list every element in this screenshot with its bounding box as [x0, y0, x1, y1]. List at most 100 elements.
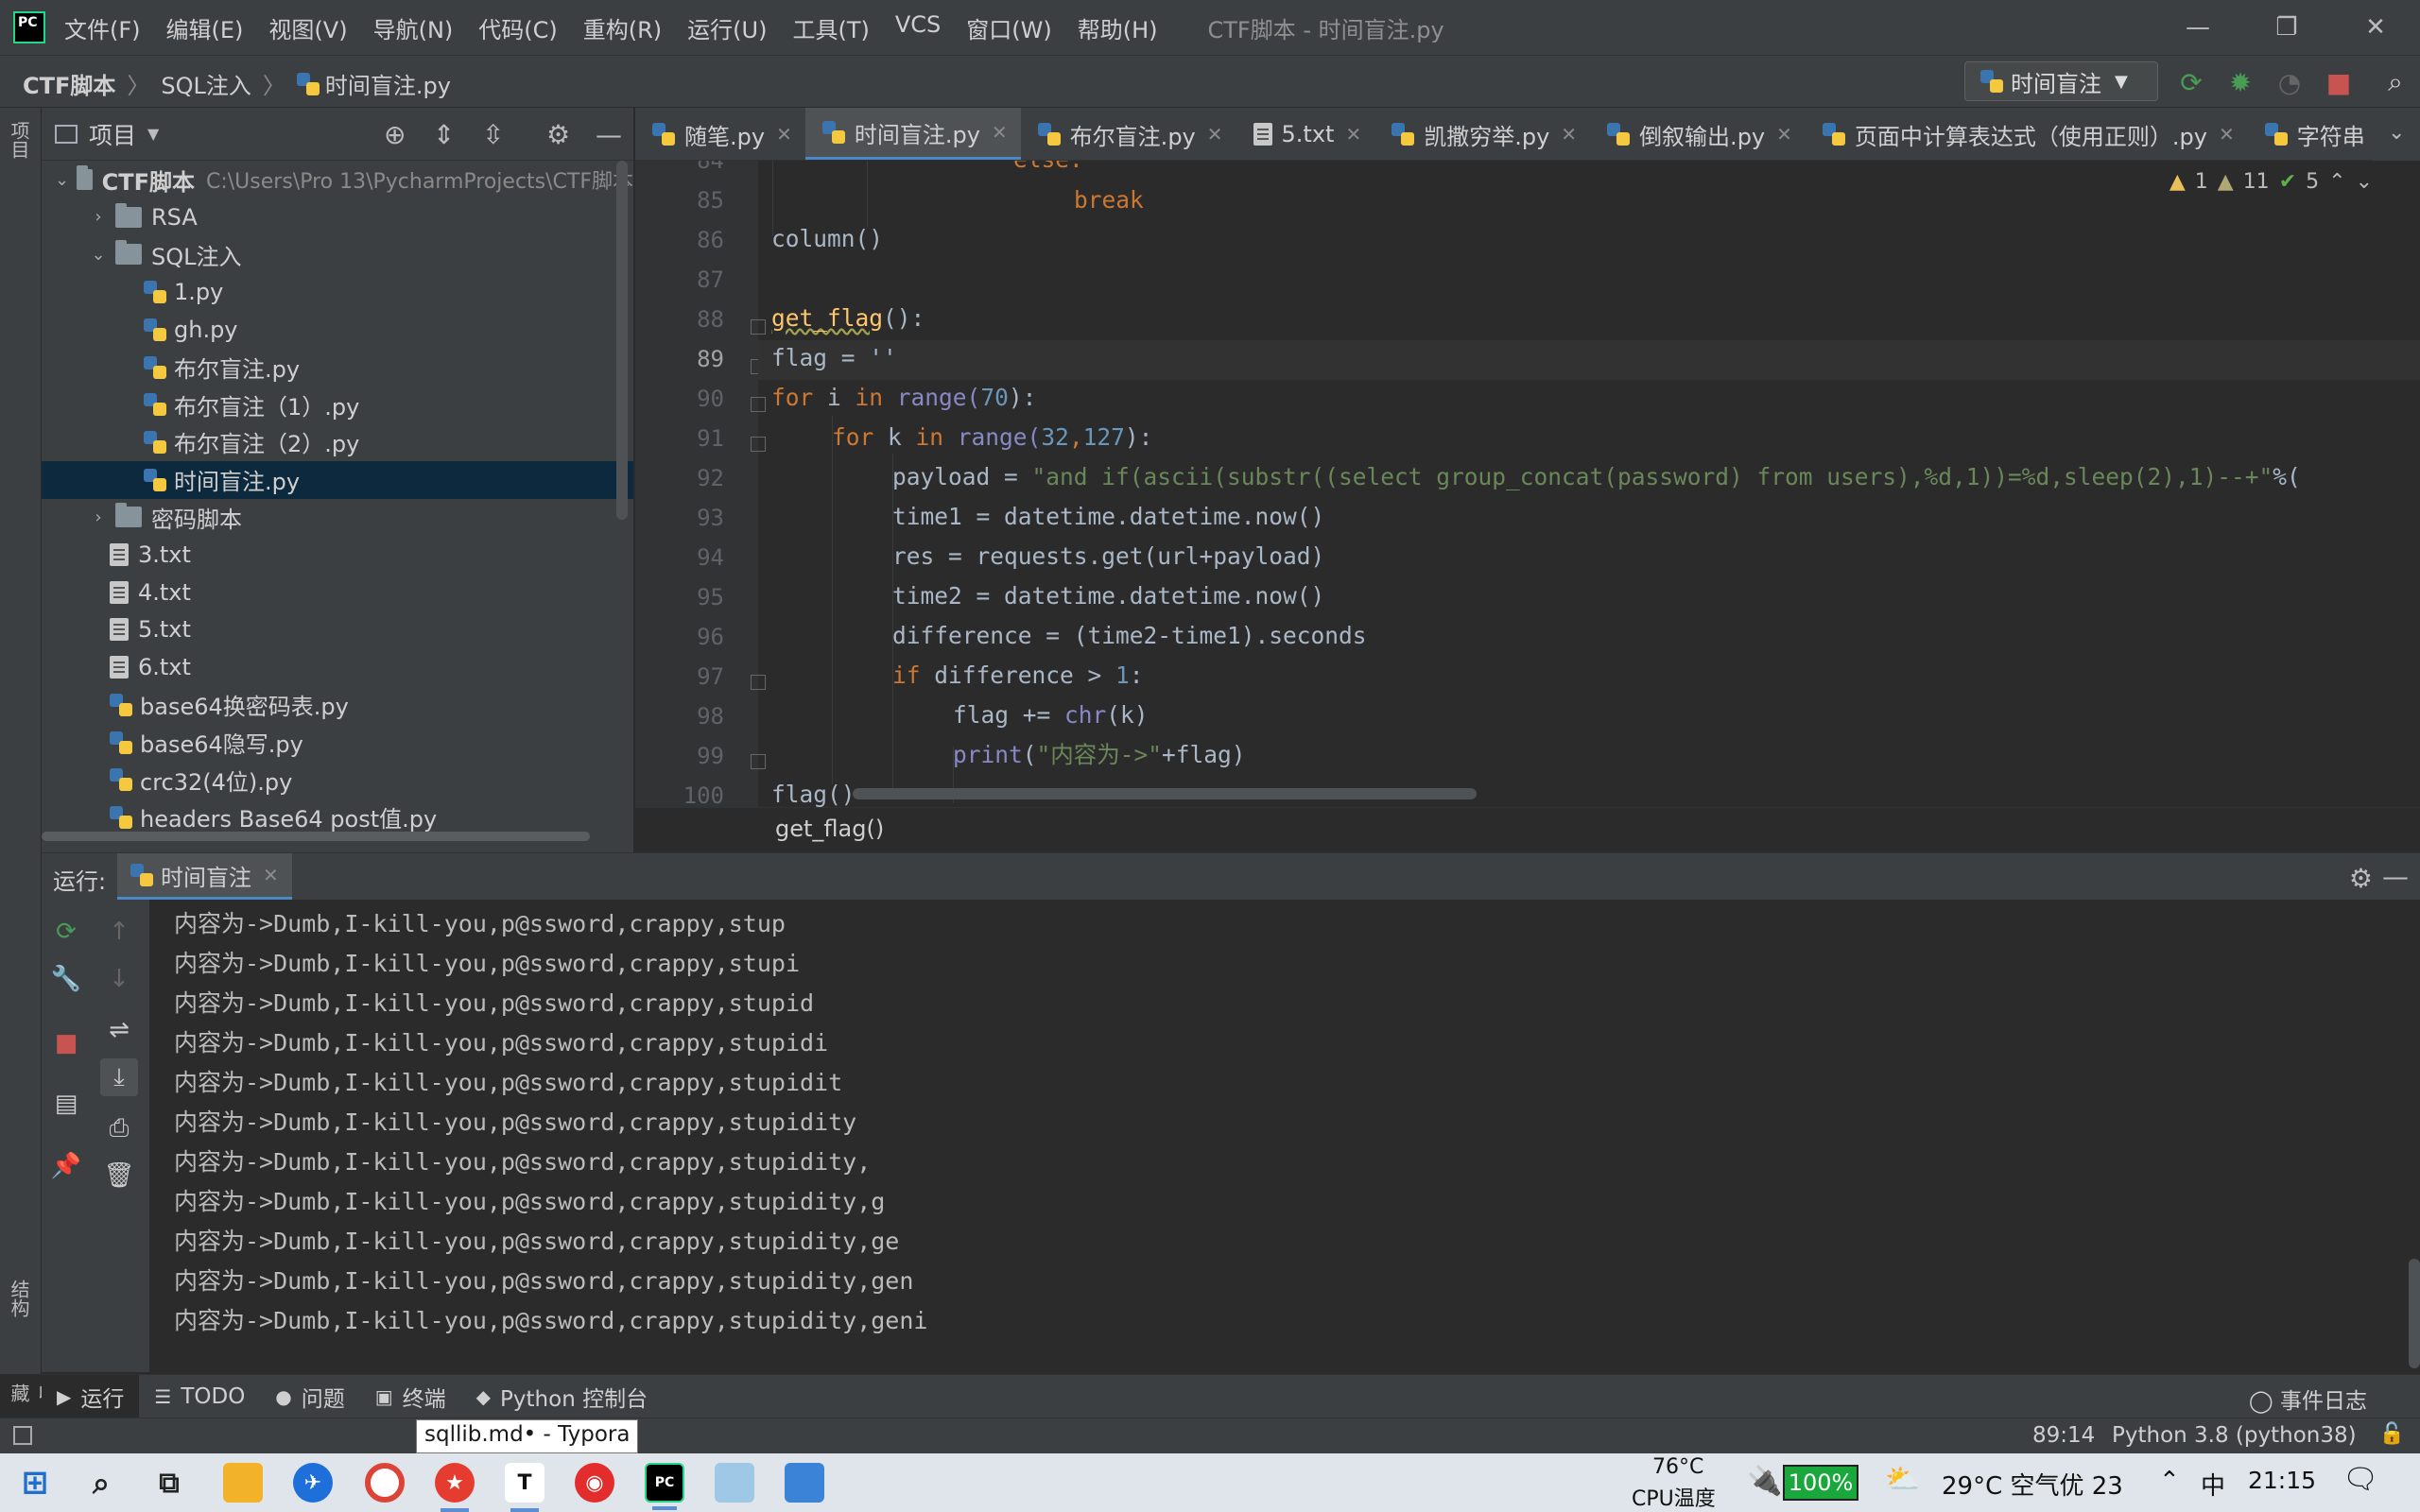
menu-help[interactable]: 帮助(H) — [1078, 11, 1158, 44]
breadcrumb-project[interactable]: CTF脚本 — [23, 67, 115, 100]
fold-marker-icon[interactable] — [751, 754, 766, 769]
tree-item[interactable]: 布尔盲注（2）.py — [42, 423, 633, 461]
toggle-tool-windows-icon[interactable] — [13, 1426, 32, 1445]
task-view-icon[interactable]: ⧉ — [149, 1463, 189, 1503]
console-vertical-scrollbar[interactable] — [2409, 1259, 2420, 1368]
chevron-down-icon[interactable]: ⌄ — [55, 170, 69, 190]
fold-marker-icon[interactable] — [751, 675, 766, 690]
debug-icon[interactable]: ✹ — [2225, 67, 2256, 98]
menu-run[interactable]: 运行(U) — [687, 11, 767, 44]
inspection-widget[interactable]: ▲ 1 ▲ 11 ✔ 5 ⌃ ⌄ — [2160, 170, 2373, 194]
caret-position[interactable]: 89:14 — [2032, 1423, 2095, 1448]
windows-start-icon[interactable]: ⊞ — [15, 1463, 55, 1503]
menu-edit[interactable]: 编辑(E) — [166, 11, 244, 44]
breadcrumb-folder[interactable]: SQL注入 — [161, 67, 251, 100]
chevron-down-icon[interactable]: ⌄ — [89, 245, 108, 265]
fold-marker-icon[interactable] — [751, 397, 766, 412]
chevron-up-icon[interactable]: ⌃ — [2159, 1467, 2180, 1495]
netease-music-icon[interactable]: ◉ — [575, 1463, 614, 1503]
chevron-right-icon[interactable]: › — [89, 207, 108, 227]
editor-tab[interactable]: 时间盲注.py ✕ — [804, 108, 1021, 160]
notification-icon[interactable]: 🗨 — [2342, 1463, 2378, 1496]
tree-item[interactable]: 5.txt — [42, 610, 633, 648]
tree-item[interactable]: 布尔盲注.py — [42, 349, 633, 387]
tree-item[interactable]: 时间盲注.py — [42, 460, 633, 499]
editor-tab[interactable]: 凯撒穷举.py ✕ — [1374, 108, 1590, 160]
tree-item[interactable]: 4.txt — [42, 574, 633, 611]
todo-tool-tab[interactable]: ☰ TODO — [139, 1375, 260, 1418]
editor-horizontal-scrollbar[interactable] — [853, 788, 1477, 799]
chevron-down-icon[interactable]: ▼ — [147, 125, 159, 143]
wrench-icon[interactable]: 🔧 — [47, 960, 85, 998]
gear-icon[interactable]: ⚙ — [546, 119, 570, 150]
gear-icon[interactable]: ⚙ — [2349, 863, 2373, 894]
minimize-icon[interactable]: — — [2153, 0, 2242, 55]
restore-icon[interactable]: ❐ — [2242, 0, 2331, 55]
arrow-up-icon[interactable]: ↑ — [100, 913, 138, 951]
editor-tab[interactable]: 5.txt ✕ — [1236, 108, 1375, 160]
tree-item[interactable]: headers Base64 post值.py — [42, 799, 633, 836]
tree-item[interactable]: ⌄ CTF脚本 C:\Users\Pro 13\PycharmProjects\CT… — [42, 161, 633, 198]
python-console-tool-tab[interactable]: ◆ Python 控制台 — [461, 1375, 663, 1418]
lock-icon[interactable]: 🔓 — [2379, 1422, 2405, 1446]
editor-tab[interactable]: 页面中计算表达式（使用正则）.py ✕ — [1806, 108, 2248, 160]
menu-file[interactable]: 文件(F) — [64, 11, 141, 44]
tree-item[interactable]: crc32(4位).py — [42, 761, 633, 799]
pycharm-taskbar-icon[interactable]: PC — [645, 1463, 684, 1510]
close-icon[interactable]: ✕ — [1776, 123, 1792, 146]
close-icon[interactable]: ✕ — [1561, 123, 1577, 146]
run-configuration-select[interactable]: 时间盲注 ▼ — [1964, 61, 2158, 101]
chevron-right-icon[interactable]: › — [89, 507, 108, 527]
chevron-down-icon[interactable]: ⌄ — [2388, 121, 2405, 145]
interpreter-selector[interactable]: Python 3.8 (python38) — [2112, 1423, 2357, 1448]
stop-icon[interactable]: ■ — [2324, 67, 2354, 98]
app-icon[interactable]: ★ — [435, 1463, 475, 1512]
chrome-icon[interactable] — [365, 1463, 405, 1503]
editor-tab[interactable]: 随笔.py ✕ — [635, 108, 805, 160]
event-log-button[interactable]: ◯ 事件日志 — [2249, 1383, 2367, 1415]
fold-marker-icon[interactable] — [751, 319, 766, 335]
search-icon[interactable]: ⌕ — [2380, 66, 2411, 97]
layout-icon[interactable]: ▤ — [47, 1085, 85, 1123]
soft-wrap-icon[interactable]: ⇌ — [100, 1011, 138, 1049]
menu-window[interactable]: 窗口(W) — [966, 11, 1051, 44]
project-tool-button[interactable]: 项目 — [6, 121, 33, 159]
app-icon[interactable] — [715, 1463, 754, 1503]
function-breadcrumb[interactable]: get_flag() — [775, 816, 884, 842]
close-icon[interactable]: ✕ — [2219, 123, 2235, 146]
menu-vcs[interactable]: VCS — [895, 11, 941, 44]
chevron-down-icon[interactable]: ⌄ — [2356, 170, 2373, 194]
code-editor[interactable]: 84 85 86 87 88 89 90 91 92 93 94 95 96 97 98 99 100 else… — [635, 161, 2420, 807]
typora-icon[interactable]: T — [505, 1463, 544, 1512]
editor-tab[interactable]: 字符串 — [2248, 108, 2378, 160]
weather-text[interactable]: 29°C 空气优 23 — [1942, 1467, 2123, 1502]
menu-tools[interactable]: 工具(T) — [792, 11, 869, 44]
rerun-icon[interactable]: ⟳ — [2176, 67, 2206, 98]
rerun-icon[interactable]: ⟳ — [47, 913, 85, 951]
chevron-up-icon[interactable]: ⌃ — [2328, 170, 2345, 194]
tree-item[interactable]: base64换密码表.py — [42, 686, 633, 724]
editor-tab[interactable]: 倒叙输出.py ✕ — [1590, 108, 1806, 160]
file-explorer-icon[interactable] — [223, 1463, 263, 1503]
menu-refactor[interactable]: 重构(R) — [583, 11, 662, 44]
close-icon[interactable]: ✕ — [1207, 123, 1223, 146]
menu-navigate[interactable]: 导航(N) — [373, 11, 454, 44]
problems-tool-tab[interactable]: ● 问题 — [260, 1375, 359, 1418]
app-icon[interactable] — [785, 1463, 824, 1503]
tree-item[interactable]: › 密码脚本 — [42, 498, 633, 536]
print-icon[interactable]: ⎙ — [100, 1109, 138, 1147]
close-icon[interactable]: ✕ — [1345, 123, 1361, 146]
hide-panel-icon[interactable]: — — [596, 119, 622, 150]
battery-indicator[interactable]: 100% — [1783, 1465, 1858, 1501]
browser-icon[interactable]: ✈ — [293, 1463, 333, 1503]
run-console[interactable]: 内容为->Dumb,I-kill-you,p@ssword,crappy,stu… — [149, 900, 2420, 1372]
project-vertical-scrollbar[interactable] — [616, 161, 628, 520]
tree-item[interactable]: 3.txt — [42, 536, 633, 574]
tree-item[interactable]: gh.py — [42, 311, 633, 349]
menu-view[interactable]: 视图(V) — [268, 11, 347, 44]
pin-icon[interactable]: 📌 — [47, 1147, 85, 1185]
scroll-to-end-icon[interactable]: ⤓ — [100, 1058, 138, 1096]
hide-panel-icon[interactable]: — — [2382, 861, 2409, 892]
menu-code[interactable]: 代码(C) — [478, 11, 557, 44]
clock[interactable]: 21:15 — [2248, 1467, 2316, 1494]
